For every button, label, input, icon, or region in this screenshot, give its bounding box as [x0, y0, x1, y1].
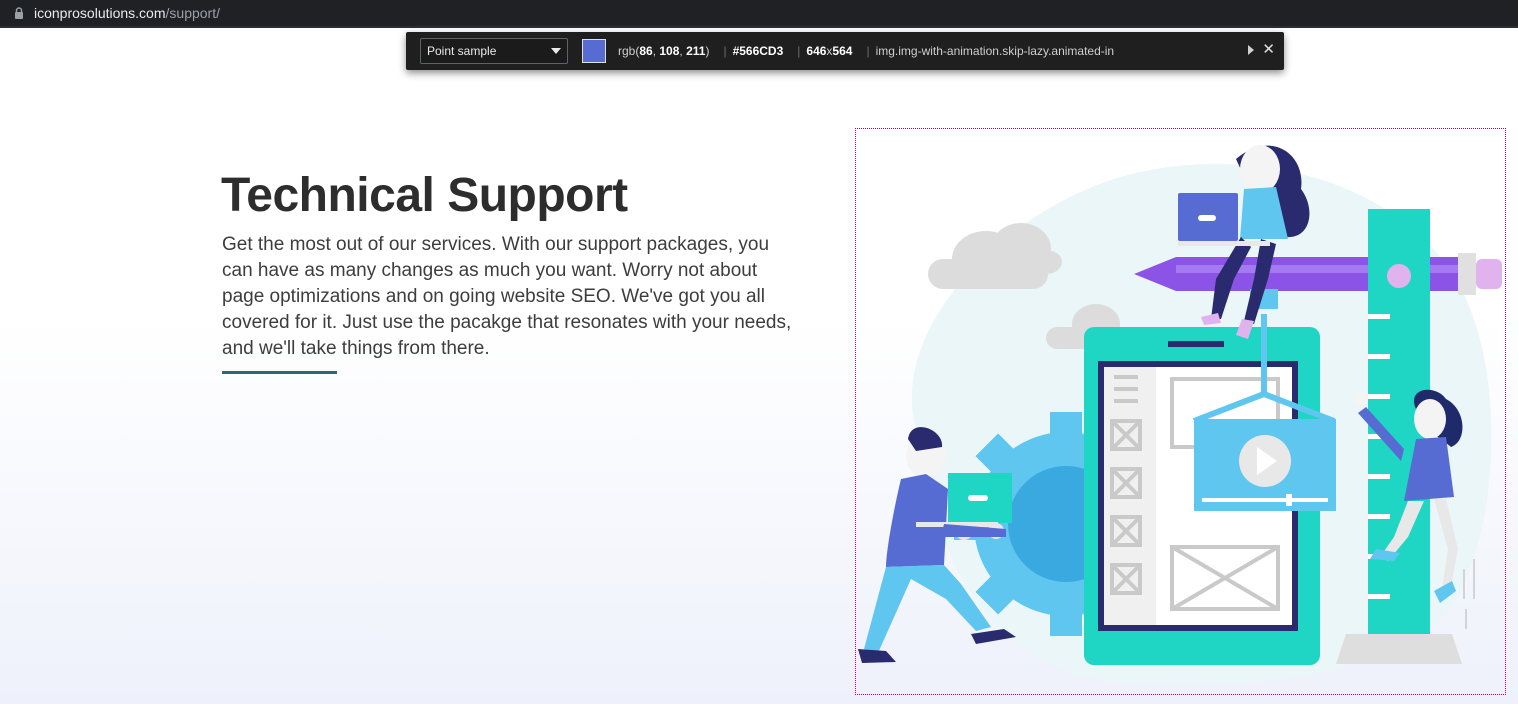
expand-icon[interactable] [1248, 45, 1254, 55]
page-title: Technical Support [221, 169, 628, 222]
close-icon[interactable]: ✕ [1262, 41, 1275, 59]
color-picker-toolbar: Point sample rgb(86, 108, 211) | #566CD3… [406, 32, 1284, 70]
chevron-down-icon [551, 48, 561, 54]
rgb-readout: rgb(86, 108, 211) [618, 44, 710, 58]
sample-mode-label: Point sample [427, 44, 497, 58]
rgb-prefix: rgb( [618, 44, 640, 58]
address-bar[interactable]: iconprosolutions.com/support/ [0, 0, 1518, 28]
rgb-suffix: ) [705, 44, 710, 58]
support-team-illustration [855, 128, 1506, 695]
rgb-g: 108 [659, 44, 680, 58]
size-width: 646 [806, 44, 827, 58]
lock-icon [14, 7, 24, 19]
selector-readout: img.img-with-animation.skip-lazy.animate… [875, 44, 1115, 58]
page-description: Get the most out of our services. With o… [222, 234, 792, 359]
size-height: 564 [832, 44, 853, 58]
color-swatch [582, 39, 606, 63]
hex-readout: #566CD3 [732, 44, 784, 58]
url-path: /support/ [165, 5, 220, 21]
rgb-r: 86 [639, 44, 653, 58]
url-host: iconprosolutions.com [34, 5, 166, 21]
title-underline [222, 371, 337, 374]
rgb-b: 211 [686, 44, 706, 58]
sample-mode-select[interactable]: Point sample [420, 38, 568, 64]
size-readout: 646x564 [806, 44, 853, 58]
